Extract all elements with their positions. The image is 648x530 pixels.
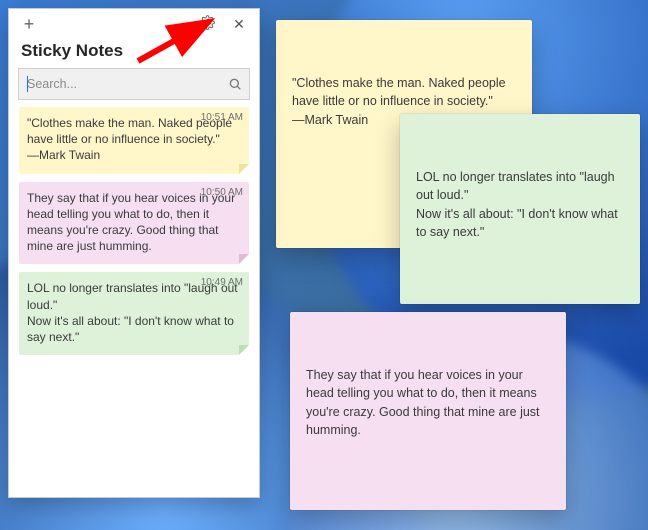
close-icon: ✕	[233, 16, 245, 33]
sticky-note-text: LOL no longer translates into "laugh out…	[416, 168, 624, 241]
notes-list-window[interactable]: + ✕ Sticky Notes 10:51 AM "Clothes make …	[8, 8, 260, 498]
note-timestamp: 10:51 AM	[201, 111, 243, 125]
settings-button[interactable]	[191, 10, 223, 38]
search-icon	[227, 76, 243, 92]
note-timestamp: 10:50 AM	[201, 186, 243, 200]
note-list-item[interactable]: 10:50 AM They say that if you hear voice…	[19, 182, 249, 265]
sticky-note[interactable]: They say that if you hear voices in your…	[290, 312, 566, 510]
gear-icon	[200, 15, 215, 33]
search-input[interactable]	[19, 69, 249, 99]
close-button[interactable]: ✕	[223, 10, 255, 38]
titlebar: + ✕	[9, 9, 259, 39]
sticky-note-text: They say that if you hear voices in your…	[306, 366, 550, 439]
note-text: LOL no longer translates into "laugh out…	[27, 280, 241, 345]
note-timestamp: 10:49 AM	[201, 276, 243, 290]
search-container	[19, 69, 249, 99]
note-list-item[interactable]: 10:49 AM LOL no longer translates into "…	[19, 272, 249, 355]
note-list-item[interactable]: 10:51 AM "Clothes make the man. Naked pe…	[19, 107, 249, 174]
sticky-note[interactable]: LOL no longer translates into "laugh out…	[400, 114, 640, 304]
new-note-button[interactable]: +	[13, 10, 45, 38]
notes-list[interactable]: 10:51 AM "Clothes make the man. Naked pe…	[9, 107, 259, 497]
note-text: They say that if you hear voices in your…	[27, 190, 241, 255]
app-title: Sticky Notes	[9, 39, 259, 69]
plus-icon: +	[24, 14, 35, 35]
text-cursor	[27, 76, 28, 92]
